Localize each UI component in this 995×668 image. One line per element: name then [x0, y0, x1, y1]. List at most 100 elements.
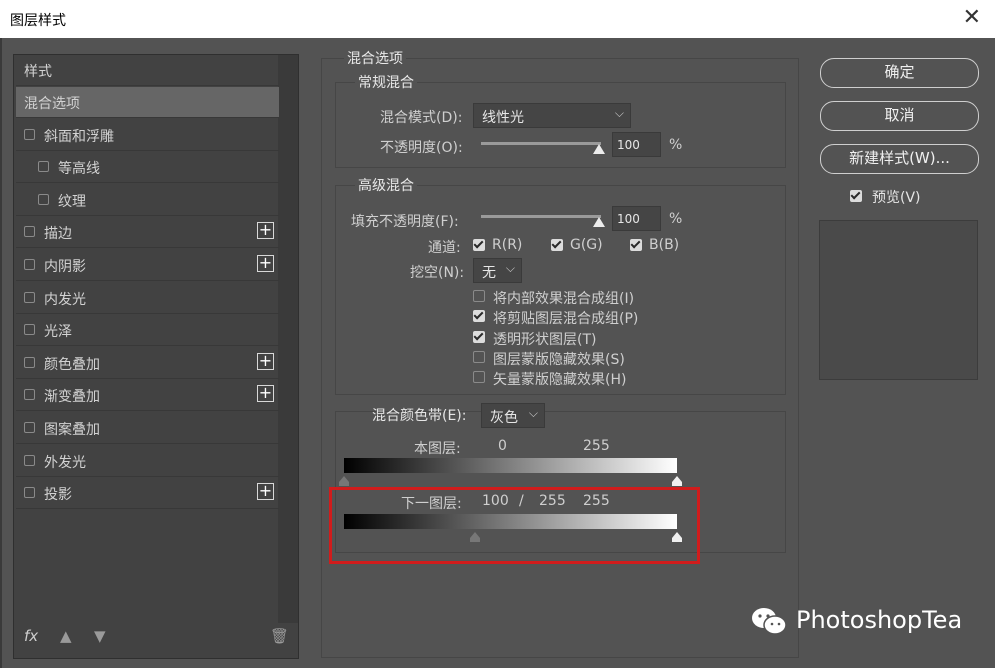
close-icon[interactable]: ✕ [963, 5, 981, 30]
advanced-option-label: 透明形状图层(T) [493, 331, 597, 348]
channel-g-checkbox[interactable] [551, 239, 563, 251]
style-item[interactable]: 投影 + [16, 478, 279, 510]
style-item-label: 投影 [44, 487, 72, 504]
advanced-option-label: 将内部效果混合成组(I) [493, 291, 635, 307]
add-effect-icon[interactable]: + [257, 483, 274, 501]
blend-mode-value: 线性光 [482, 110, 524, 126]
style-item[interactable]: 颜色叠加 + [16, 348, 279, 379]
preview-label: 预览(V) [872, 190, 921, 206]
style-item-label: 混合选项 [24, 96, 80, 112]
blend-mode-select[interactable]: 线性光 ⌵ [473, 103, 631, 128]
style-item[interactable]: 内阴影 + [16, 250, 279, 281]
style-item[interactable]: 等高线 [16, 152, 279, 184]
watermark-text: PhotoshopTea [796, 606, 963, 634]
blend-if-select[interactable]: 灰色 ⌵ [481, 403, 545, 428]
style-item-label: 外发光 [44, 454, 86, 471]
this-layer-high-value: 255 [583, 438, 610, 454]
styles-header-label: 样式 [24, 64, 52, 80]
cancel-button[interactable]: 取消 [820, 101, 979, 131]
arrow-up-icon[interactable]: ▲ [60, 627, 72, 645]
advanced-option-checkbox[interactable] [473, 330, 485, 343]
style-item-label: 纹理 [58, 193, 86, 210]
advanced-option-checkbox[interactable] [473, 310, 485, 323]
opacity-input[interactable]: 100 [612, 132, 661, 157]
advanced-blending-title: 高级混合 [355, 175, 417, 195]
knockout-select[interactable]: 无 ⌵ [473, 258, 522, 283]
style-item[interactable]: 图案叠加 [16, 413, 279, 444]
wechat-icon [752, 608, 787, 635]
add-effect-icon[interactable]: + [257, 222, 274, 240]
style-item-label: 等高线 [58, 161, 100, 178]
ok-button[interactable]: 确定 [820, 58, 979, 88]
opacity-slider-thumb[interactable] [593, 144, 605, 154]
fill-opacity-input[interactable]: 100 [612, 206, 661, 231]
style-checkbox[interactable] [38, 193, 49, 205]
advanced-option-label: 将剪贴图层混合成组(P) [493, 311, 639, 328]
style-checkbox[interactable] [38, 161, 49, 173]
fx-icon[interactable]: fx [24, 627, 38, 645]
advanced-option-checkbox[interactable] [473, 350, 485, 363]
style-item[interactable]: 光泽 [16, 315, 279, 347]
highlight-box [329, 487, 700, 564]
style-item[interactable]: 描边 + [16, 217, 279, 249]
channel-b-checkbox[interactable] [630, 239, 642, 251]
style-item-label: 内阴影 [44, 259, 86, 275]
add-effect-icon[interactable]: + [257, 352, 274, 370]
style-item-label: 图案叠加 [44, 422, 100, 438]
style-checkbox[interactable] [24, 324, 35, 336]
style-item[interactable]: 渐变叠加 + [16, 380, 279, 412]
advanced-option-label: 图层蒙版隐藏效果(S) [493, 351, 625, 368]
knockout-value: 无 [482, 265, 496, 281]
fill-opacity-slider[interactable] [481, 215, 601, 218]
this-layer-label: 本图层: [414, 441, 461, 457]
style-item[interactable]: 斜面和浮雕 [16, 120, 279, 151]
scrollbar[interactable] [278, 55, 298, 623]
style-item-label: 光泽 [44, 324, 72, 341]
style-checkbox[interactable] [24, 356, 35, 368]
fill-opacity-label: 填充不透明度(F): [351, 214, 459, 230]
style-item-label: 渐变叠加 [44, 389, 100, 406]
opacity-label: 不透明度(O): [380, 140, 463, 156]
style-item-label: 描边 [44, 226, 72, 243]
chevron-down-icon: ⌵ [614, 106, 624, 120]
add-effect-icon[interactable]: + [257, 255, 274, 272]
style-item[interactable]: 纹理 [16, 185, 279, 216]
channels-label: 通道: [428, 240, 461, 256]
add-effect-icon[interactable]: + [257, 385, 274, 403]
advanced-option-label: 矢量蒙版隐藏效果(H) [493, 372, 627, 389]
arrow-down-icon[interactable]: ▼ [94, 627, 106, 645]
this-layer-low-marker[interactable] [339, 476, 349, 486]
style-item-label: 内发光 [44, 291, 86, 308]
advanced-option-checkbox[interactable] [473, 290, 485, 302]
channel-r-checkbox[interactable] [473, 239, 485, 251]
style-checkbox[interactable] [24, 259, 35, 270]
style-checkbox[interactable] [24, 454, 35, 466]
style-checkbox[interactable] [24, 389, 35, 401]
style-checkbox[interactable] [24, 422, 35, 433]
style-checkbox[interactable] [24, 487, 35, 499]
style-checkbox[interactable] [24, 226, 35, 238]
blend-mode-label: 混合模式(D): [380, 110, 463, 126]
style-checkbox[interactable] [24, 128, 35, 140]
advanced-option-checkbox[interactable] [473, 371, 485, 384]
new-style-button[interactable]: 新建样式(W)... [820, 144, 979, 174]
watermark: PhotoshopTea [750, 604, 980, 642]
blend-if-value: 灰色 [490, 410, 518, 426]
style-item-label: 颜色叠加 [44, 356, 100, 373]
styles-panel: 样式 混合选项斜面和浮雕等高线纹理描边 + 内阴影 + 内发光光泽颜色叠加 + 渐变叠加 + 图… [13, 54, 299, 659]
fill-opacity-slider-thumb[interactable] [593, 217, 605, 227]
panel-footer: fx ▲ ▼ 🗑 [24, 627, 289, 651]
chevron-down-icon: ⌵ [505, 261, 515, 275]
style-checkbox[interactable] [24, 291, 35, 303]
window-title: 图层样式 [10, 13, 66, 29]
trash-icon[interactable]: 🗑 [270, 627, 289, 645]
chevron-down-icon: ⌵ [528, 406, 538, 420]
general-blending-title: 常规混合 [355, 72, 417, 92]
opacity-slider[interactable] [481, 142, 601, 145]
preview-checkbox[interactable] [850, 190, 862, 202]
this-layer-high-marker[interactable] [672, 476, 682, 486]
style-item[interactable]: 混合选项 [16, 87, 279, 118]
style-item[interactable]: 外发光 [16, 446, 279, 477]
title-bar: 图层样式 ✕ [0, 0, 995, 38]
style-item[interactable]: 内发光 [16, 283, 279, 314]
